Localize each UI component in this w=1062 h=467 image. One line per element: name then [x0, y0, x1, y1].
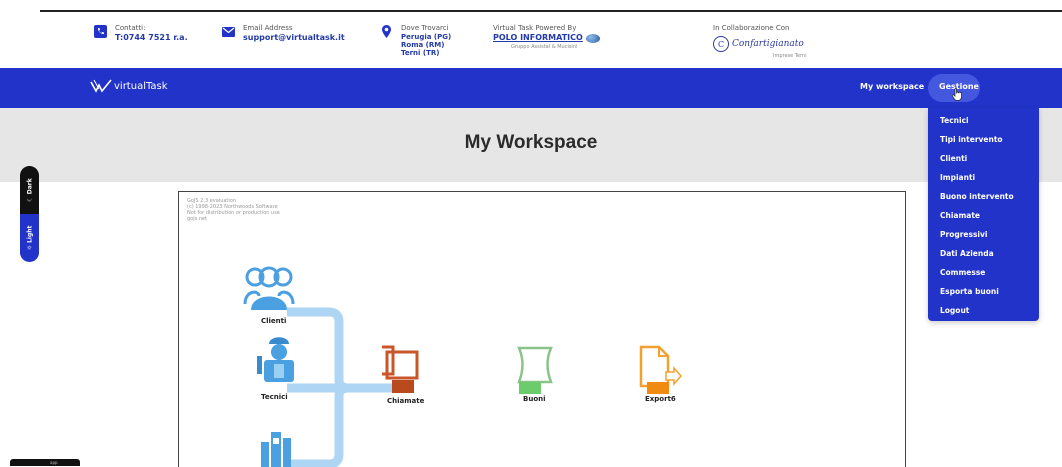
contact-email-value[interactable]: support@virtualtask.it [243, 33, 345, 43]
theme-dark-label: Dark [26, 178, 33, 195]
node-chiamate-label: Chiamate [387, 397, 425, 405]
workflow-diagram[interactable]: GoJS 2.3 evaluation (c) 1998-2023 Northw… [178, 191, 906, 467]
contact-bar: Contatti: T:0744 7521 r.a. Email Address… [0, 12, 1062, 68]
confartigianato-logo[interactable]: C Confartigianato [713, 36, 807, 52]
contact-address-line: Roma (RM) [401, 41, 445, 49]
main-navbar: virtualTask My workspace Gestione [0, 68, 1062, 108]
moon-icon: ☾ [26, 194, 33, 202]
menu-item-esporta-buoni[interactable]: Esporta buoni [940, 287, 999, 296]
status-tab-label: app [50, 460, 58, 465]
contact-phone: Contatti: T:0744 7521 r.a. [94, 24, 188, 43]
theme-light-button[interactable]: ☼ Light [20, 214, 39, 262]
node-tecnici-label: Tecnici [261, 393, 288, 401]
brand-logo[interactable]: virtualTask [90, 79, 168, 93]
powered-by-label: Virtual Task Powered By [493, 24, 577, 32]
link-impianti-chiamate [287, 383, 350, 467]
contact-address-line: Terni (TR) [401, 49, 440, 57]
confartigianato-emblem-icon: C [713, 36, 729, 52]
map-pin-icon [380, 25, 393, 38]
theme-toggle: ☾ Dark ☼ Light [20, 166, 39, 262]
nav-my-workspace[interactable]: My workspace [860, 82, 924, 91]
powered-by: Virtual Task Powered By POLO INFORMATICO… [493, 24, 600, 52]
brand-name: virtualTask [114, 80, 168, 92]
theme-dark-button[interactable]: ☾ Dark [20, 166, 39, 214]
contact-phone-label: Contatti: [115, 24, 146, 32]
impianti-factory-icon [261, 432, 291, 467]
confartigianato-sub: Imprese Terni [773, 53, 807, 59]
menu-item-dati-azienda[interactable]: Dati Azienda [940, 249, 994, 258]
menu-item-tipi-intervento[interactable]: Tipi intervento [940, 135, 1003, 144]
menu-item-tecnici[interactable]: Tecnici [940, 116, 969, 125]
polo-informatico-logo[interactable]: POLO INFORMATICO [493, 33, 583, 43]
export-file-icon [639, 345, 682, 394]
contact-phone-value[interactable]: T:0744 7521 r.a. [115, 33, 188, 43]
clienti-people-icon [243, 266, 295, 310]
collaboration-label: In Collaborazione Con [713, 24, 790, 32]
contact-address-line: Perugia (PG) [401, 33, 452, 41]
menu-item-impianti[interactable]: Impianti [940, 173, 975, 182]
brand-mark-icon [90, 79, 112, 93]
menu-item-progressivi[interactable]: Progressivi [940, 230, 987, 239]
menu-item-commesse[interactable]: Commesse [940, 268, 985, 277]
node-export-label: Export6 [645, 395, 676, 403]
sun-icon: ☼ [26, 242, 33, 251]
contact-email: Email Address support@virtualtask.it [222, 24, 345, 43]
menu-item-buono-intervento[interactable]: Buono intervento [940, 192, 1014, 201]
gestione-dropdown-menu: Tecnici Tipi intervento Clienti Impianti… [928, 108, 1039, 321]
page-header: My Workspace [0, 108, 1062, 182]
polo-informatico-sub: Gruppo Assistal & Mucisini [511, 44, 578, 50]
page-title: My Workspace [464, 132, 598, 153]
theme-light-label: Light [26, 225, 33, 243]
nav-gestione-button[interactable]: Gestione [928, 74, 980, 102]
phone-icon [94, 25, 107, 38]
menu-item-chiamate[interactable]: Chiamate [940, 211, 980, 220]
menu-item-clienti[interactable]: Clienti [940, 154, 967, 163]
contact-address-label: Dove Trovarci [401, 24, 449, 32]
link-clienti-chiamate [287, 307, 394, 393]
menu-item-logout[interactable]: Logout [940, 306, 969, 315]
globe-icon [585, 33, 600, 43]
diagram-canvas [243, 266, 682, 467]
contact-address: Dove Trovarci Perugia (PG) Roma (RM) Ter… [380, 24, 451, 57]
node-buoni-label: Buoni [523, 395, 546, 403]
hand-cursor-icon [952, 88, 962, 101]
collaboration: In Collaborazione Con C Confartigianato … [713, 24, 807, 61]
contact-email-label: Email Address [243, 24, 293, 32]
tecnici-worker-icon [257, 337, 294, 382]
node-clienti-label: Clienti [261, 317, 287, 325]
top-edge [0, 0, 1062, 12]
status-tab: app [10, 459, 80, 466]
mail-icon [222, 25, 235, 38]
confartigianato-wordmark: Confartigianato [732, 38, 804, 49]
